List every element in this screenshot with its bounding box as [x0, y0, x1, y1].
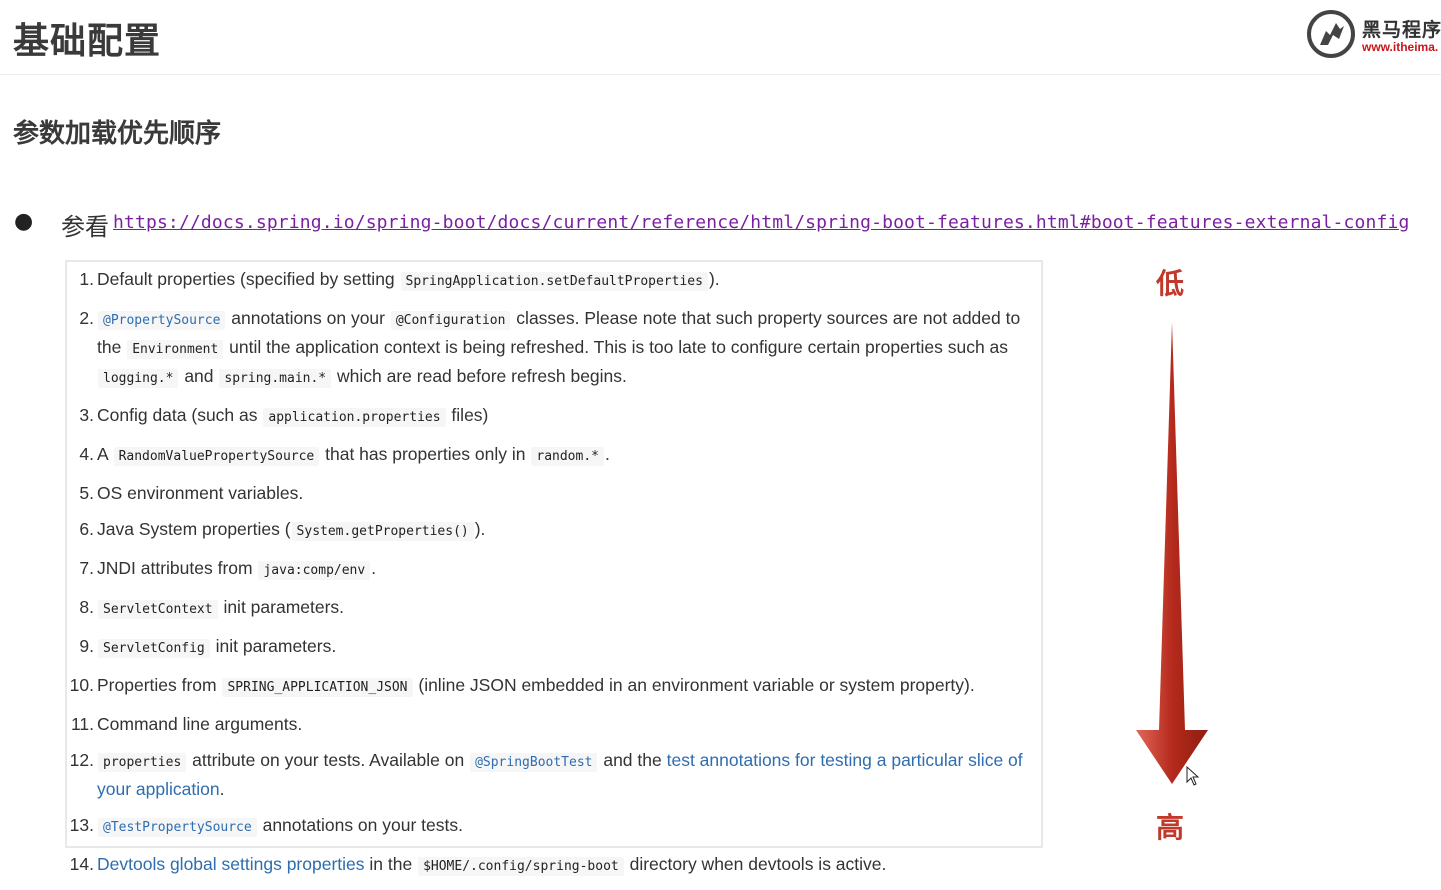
item-text: (inline JSON embedded in an environment …	[413, 675, 975, 695]
priority-low-label: 低	[1156, 267, 1185, 300]
inline-code: Environment	[127, 340, 224, 359]
reference-link[interactable]: https://docs.spring.io/spring-boot/docs/…	[113, 212, 1409, 233]
item-text: that has properties only in	[320, 444, 531, 464]
list-item-number: 5.	[79, 483, 94, 503]
item-text: .	[371, 558, 377, 578]
list-item: 4. A RandomValuePropertySource that has p…	[67, 441, 1043, 470]
inline-code[interactable]: @TestPropertySource	[98, 818, 257, 837]
item-text: JNDI attributes from	[97, 558, 258, 578]
page-title: 基础配置	[13, 21, 162, 62]
list-item: 14. Devtools global settings properties i…	[67, 851, 1043, 880]
inline-code: SPRING_APPLICATION_JSON	[222, 678, 413, 697]
item-text: Java System properties (	[97, 519, 291, 539]
inline-code: ServletConfig	[98, 639, 210, 658]
list-item-number: 14.	[69, 854, 94, 874]
item-text: until the application context is being r…	[224, 337, 1009, 357]
item-text: directory when devtools is active.	[624, 854, 887, 874]
list-item-number: 11.	[70, 714, 94, 734]
priority-list: 1. Default properties (specified by setti…	[67, 266, 1043, 890]
bullet-icon: ●	[14, 209, 34, 234]
item-text: ).	[474, 519, 486, 539]
list-item: 5. OS environment variables.	[67, 480, 1043, 506]
list-item: 1. Default properties (specified by setti…	[67, 266, 1043, 295]
inline-code[interactable]: @SpringBootTest	[470, 753, 598, 772]
item-text: init parameters.	[218, 597, 345, 617]
inline-code[interactable]: @PropertySource	[98, 311, 226, 330]
item-text: .	[605, 444, 610, 464]
header: 基础配置 黑马程序 www.itheima.	[0, 0, 1441, 75]
inline-code: logging.*	[98, 369, 179, 388]
section-title: 参数加载优先顺序	[13, 119, 222, 149]
inline-code: SpringApplication.setDefaultProperties	[400, 272, 708, 291]
item-text: A	[97, 444, 113, 464]
inline-code: RandomValuePropertySource	[113, 447, 320, 466]
inline-code: properties	[98, 753, 187, 772]
inline-code: ServletContext	[98, 600, 218, 619]
list-item-number: 13.	[69, 815, 94, 835]
list-item-number: 10.	[69, 675, 94, 695]
inline-code: java:comp/env	[258, 561, 371, 580]
item-text: in the	[364, 854, 418, 874]
item-text: OS environment variables.	[97, 483, 304, 503]
item-text: ).	[708, 269, 720, 289]
inline-code: $HOME/.config/spring-boot	[418, 857, 624, 876]
inline-code: @Configuration	[390, 311, 511, 330]
list-item-number: 12.	[69, 750, 94, 770]
item-link[interactable]: Devtools global settings properties	[97, 854, 365, 874]
logo: 黑马程序 www.itheima.	[1306, 9, 1441, 59]
reference-line: ● 参看 https://docs.spring.io/spring-boot/…	[12, 206, 1437, 242]
item-text: annotations on your	[226, 308, 390, 328]
logo-name: 黑马程序	[1362, 19, 1441, 41]
list-item-number: 8.	[79, 597, 94, 617]
list-item: 12. properties attribute on your tests. A…	[67, 747, 1043, 802]
list-item-number: 4.	[79, 444, 94, 464]
item-text: init parameters.	[210, 636, 337, 656]
list-item: 10. Properties from SPRING_APPLICATION_JS…	[67, 672, 1043, 701]
list-item-number: 1.	[79, 269, 94, 289]
inline-code: System.getProperties()	[291, 522, 474, 541]
priority-high-label: 高	[1156, 811, 1185, 844]
down-arrow-icon	[1136, 322, 1208, 784]
list-item: 6. Java System properties (System.getProp…	[67, 516, 1043, 545]
item-text: Default properties (specified by setting	[97, 269, 400, 289]
list-item: 8. ServletContext init parameters.	[67, 594, 1043, 623]
item-text: Command line arguments.	[97, 714, 303, 734]
item-text: and the	[598, 750, 667, 770]
item-text: .	[219, 779, 225, 799]
list-item: 11. Command line arguments.	[67, 711, 1043, 737]
item-text: and	[179, 366, 219, 386]
inline-code: random.*	[531, 447, 604, 466]
priority-list-panel: 1. Default properties (specified by setti…	[65, 260, 1043, 876]
list-item-number: 3.	[79, 405, 94, 425]
list-item: 2. @PropertySource annotations on your @C…	[67, 305, 1043, 392]
item-text: Properties from	[97, 675, 222, 695]
horse-logo-icon	[1307, 10, 1355, 58]
logo-url: www.itheima.	[1362, 40, 1439, 54]
list-item-number: 9.	[79, 636, 94, 656]
reference-label: 参看	[61, 213, 109, 241]
item-text: Config data (such as	[97, 405, 263, 425]
mouse-cursor-icon	[1186, 766, 1200, 786]
item-text: which are read before refresh begins.	[332, 366, 627, 386]
inline-code: spring.main.*	[219, 369, 332, 388]
item-text: attribute on your tests. Available on	[187, 750, 470, 770]
list-item-number: 6.	[79, 519, 94, 539]
item-text: files)	[446, 405, 489, 425]
inline-code: application.properties	[263, 408, 446, 427]
list-item: 7. JNDI attributes from java:comp/env.	[67, 555, 1043, 584]
list-item: 9. ServletConfig init parameters.	[67, 633, 1043, 662]
list-item-number: 2.	[79, 308, 94, 328]
list-item: 13. @TestPropertySource annotations on yo…	[67, 812, 1043, 841]
list-item-number: 7.	[79, 558, 94, 578]
item-text: annotations on your tests.	[257, 815, 463, 835]
list-item: 3. Config data (such as application.prope…	[67, 402, 1043, 431]
